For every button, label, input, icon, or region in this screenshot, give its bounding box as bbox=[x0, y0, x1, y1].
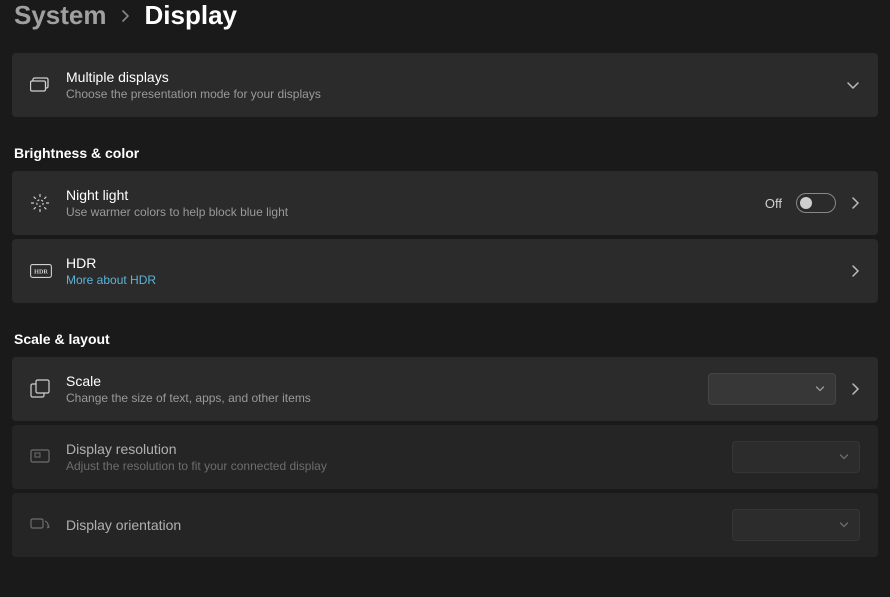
multiple-displays-row[interactable]: Multiple displays Choose the presentatio… bbox=[12, 53, 878, 117]
scale-icon bbox=[30, 379, 66, 399]
chevron-down-icon bbox=[815, 385, 825, 393]
night-light-sub: Use warmer colors to help block blue lig… bbox=[66, 205, 765, 219]
multiple-displays-title: Multiple displays bbox=[66, 69, 846, 85]
chevron-right-icon bbox=[850, 382, 860, 396]
breadcrumb-current: Display bbox=[145, 0, 238, 31]
section-brightness-color: Brightness & color bbox=[14, 145, 878, 161]
night-light-toggle[interactable] bbox=[796, 193, 836, 213]
orientation-select[interactable] bbox=[732, 509, 860, 541]
display-resolution-row: Display resolution Adjust the resolution… bbox=[12, 425, 878, 489]
scale-sub: Change the size of text, apps, and other… bbox=[66, 391, 708, 405]
resolution-title: Display resolution bbox=[66, 441, 732, 457]
scale-row[interactable]: Scale Change the size of text, apps, and… bbox=[12, 357, 878, 421]
hdr-title: HDR bbox=[66, 255, 850, 271]
chevron-down-icon bbox=[846, 80, 860, 90]
chevron-right-icon bbox=[850, 264, 860, 278]
night-light-icon bbox=[30, 193, 66, 213]
chevron-down-icon bbox=[839, 521, 849, 529]
resolution-icon bbox=[30, 449, 66, 465]
night-light-title: Night light bbox=[66, 187, 765, 203]
resolution-select[interactable] bbox=[732, 441, 860, 473]
svg-text:HDR: HDR bbox=[34, 269, 48, 276]
section-scale-layout: Scale & layout bbox=[14, 331, 878, 347]
hdr-icon: HDR bbox=[30, 264, 66, 278]
chevron-down-icon bbox=[839, 453, 849, 461]
chevron-right-icon bbox=[121, 9, 131, 23]
display-orientation-row: Display orientation bbox=[12, 493, 878, 557]
chevron-right-icon bbox=[850, 196, 860, 210]
multiple-displays-sub: Choose the presentation mode for your di… bbox=[66, 87, 846, 101]
hdr-row[interactable]: HDR HDR More about HDR bbox=[12, 239, 878, 303]
night-light-row[interactable]: Night light Use warmer colors to help bl… bbox=[12, 171, 878, 235]
scale-title: Scale bbox=[66, 373, 708, 389]
resolution-sub: Adjust the resolution to fit your connec… bbox=[66, 459, 732, 473]
breadcrumb-parent[interactable]: System bbox=[14, 0, 107, 31]
orientation-title: Display orientation bbox=[66, 517, 732, 533]
displays-icon bbox=[30, 77, 66, 93]
orientation-icon bbox=[30, 516, 66, 534]
breadcrumb: System Display bbox=[12, 0, 878, 53]
night-light-toggle-label: Off bbox=[765, 196, 782, 211]
hdr-more-link[interactable]: More about HDR bbox=[66, 273, 850, 287]
scale-select[interactable] bbox=[708, 373, 836, 405]
